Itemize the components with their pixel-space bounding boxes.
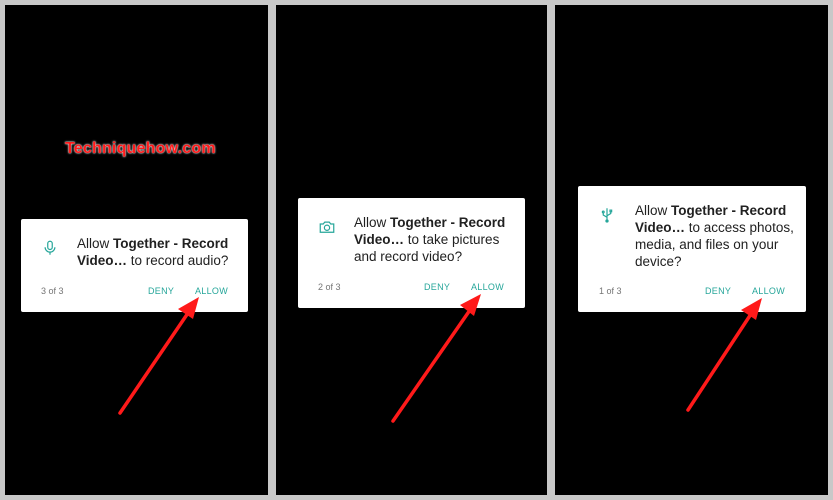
permission-counter: 3 of 3 (41, 286, 64, 296)
deny-button[interactable]: DENY (148, 286, 174, 296)
permission-dialog-storage: Allow Together - Record Video… to access… (578, 186, 806, 312)
permission-counter: 2 of 3 (318, 282, 341, 292)
deny-button[interactable]: DENY (424, 282, 450, 292)
usb-storage-icon (598, 206, 616, 224)
permission-dialog-camera: Allow Together - Record Video… to take p… (298, 198, 525, 308)
watermark-text: Techniquehow.com (65, 140, 216, 157)
camera-icon (318, 218, 336, 236)
permission-counter: 1 of 3 (599, 286, 622, 296)
allow-button[interactable]: ALLOW (471, 282, 504, 292)
microphone-icon (41, 239, 59, 257)
allow-button[interactable]: ALLOW (752, 286, 785, 296)
dialog-message: Allow Together - Record Video… to take p… (354, 215, 506, 264)
permission-dialog-audio: Allow Together - Record Video… to record… (21, 219, 248, 312)
allow-button[interactable]: ALLOW (195, 286, 228, 296)
deny-button[interactable]: DENY (705, 286, 731, 296)
dialog-message: Allow Together - Record Video… to record… (77, 236, 229, 268)
dialog-message: Allow Together - Record Video… to access… (635, 203, 794, 269)
